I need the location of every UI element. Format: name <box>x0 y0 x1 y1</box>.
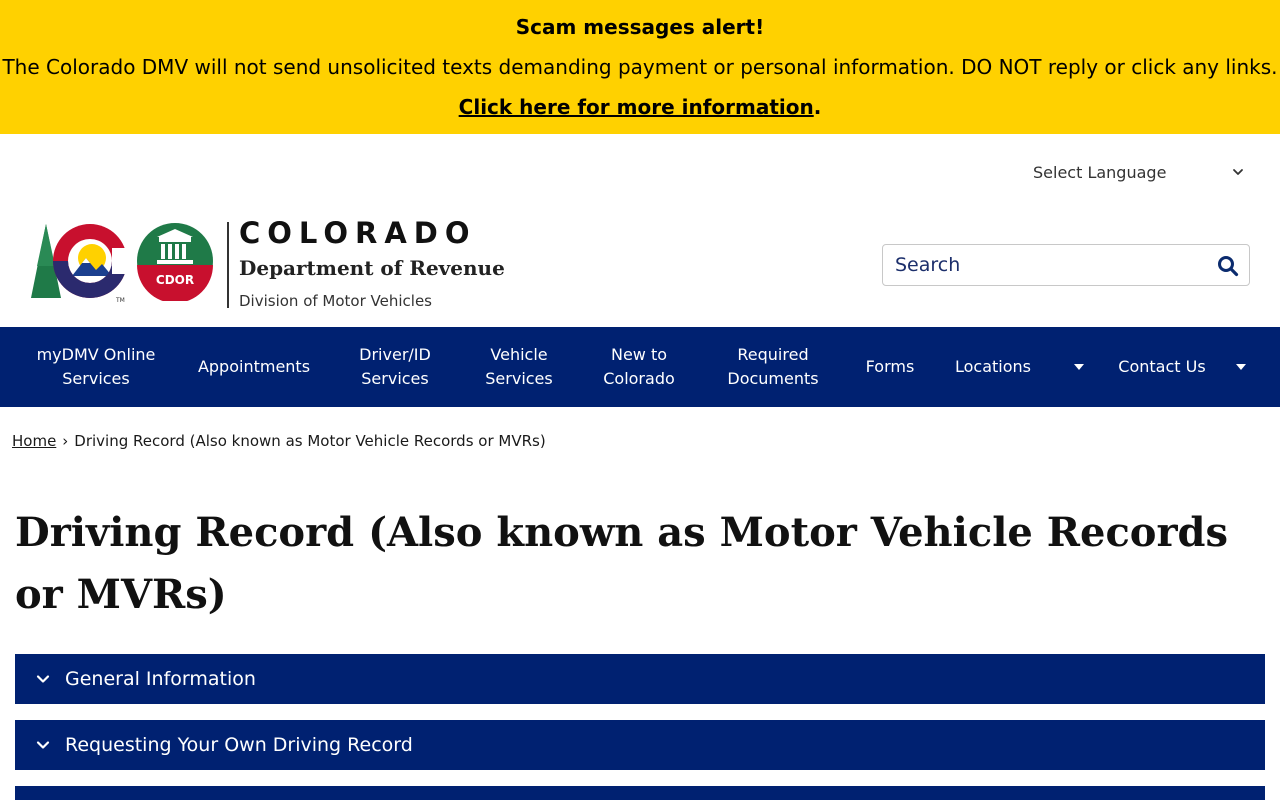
alert-title: Scam messages alert! <box>515 15 765 39</box>
locations-dropdown-toggle[interactable] <box>1067 327 1091 407</box>
site-logo[interactable]: TM CDOR COLORADO Department of Revenue D… <box>28 216 505 314</box>
nav-item-appointments[interactable]: Appointments <box>190 327 318 407</box>
cdor-seal-logo: CDOR <box>137 223 213 301</box>
more-information-link[interactable]: Click here for more information <box>459 95 814 119</box>
page-title: Driving Record (Also known as Motor Vehi… <box>15 509 1229 618</box>
logo-division: Division of Motor Vehicles <box>239 292 432 310</box>
nav-item-driver-id-services[interactable]: Driver/ID Services <box>345 327 445 407</box>
breadcrumb-current: Driving Record (Also known as Motor Vehi… <box>74 432 546 450</box>
alert-link-row: Click here for more information. <box>0 95 1280 119</box>
search-input[interactable] <box>883 245 1203 285</box>
colorado-c-logo: TM <box>31 224 132 304</box>
breadcrumb: Home › Driving Record (Also known as Motor… <box>12 432 546 450</box>
svg-text:TM: TM <box>115 297 125 304</box>
accordion-requesting-own-record[interactable]: Requesting Your Own Driving Record <box>15 720 1265 770</box>
nav-item-contact-us[interactable]: Contact Us <box>1118 327 1206 407</box>
chevron-down-icon <box>1233 169 1243 175</box>
chevron-down-icon <box>36 741 50 749</box>
nav-item-mydmv[interactable]: myDMV Online Services <box>22 327 170 407</box>
nav-item-locations[interactable]: Locations <box>945 327 1041 407</box>
language-select[interactable]: Select Language <box>1033 160 1253 184</box>
nav-item-new-to-colorado[interactable]: New to Colorado <box>594 327 684 407</box>
nav-item-required-documents[interactable]: Required Documents <box>718 327 828 407</box>
accordion-partial[interactable] <box>15 786 1265 800</box>
logo-divider <box>227 222 229 308</box>
caret-down-icon <box>1236 364 1246 370</box>
accordion-label: General Information <box>65 668 256 690</box>
breadcrumb-separator: › <box>62 432 69 450</box>
breadcrumb-home-link[interactable]: Home <box>12 432 56 450</box>
search-button[interactable] <box>1215 253 1241 279</box>
chevron-down-icon <box>36 675 50 683</box>
language-select-label: Select Language <box>1033 162 1167 182</box>
search-icon <box>1218 256 1239 277</box>
accordion-general-information[interactable]: General Information <box>15 654 1265 704</box>
logo-department: Department of Revenue <box>239 256 505 280</box>
scam-alert-banner: Scam messages alert! The Colorado DMV wi… <box>0 0 1280 134</box>
alert-link-suffix: . <box>813 95 822 119</box>
caret-down-icon <box>1074 364 1084 370</box>
nav-item-forms[interactable]: Forms <box>855 327 925 407</box>
contact-dropdown-toggle[interactable] <box>1229 327 1253 407</box>
logo-state-name: COLORADO <box>239 216 477 250</box>
cdor-seal-text: CDOR <box>156 273 194 287</box>
alert-message: The Colorado DMV will not send unsolicit… <box>2 55 1278 79</box>
accordion-label: Requesting Your Own Driving Record <box>65 734 413 756</box>
search-box <box>882 244 1250 286</box>
main-navigation: myDMV Online Services Appointments Drive… <box>0 327 1280 407</box>
nav-item-vehicle-services[interactable]: Vehicle Services <box>474 327 564 407</box>
